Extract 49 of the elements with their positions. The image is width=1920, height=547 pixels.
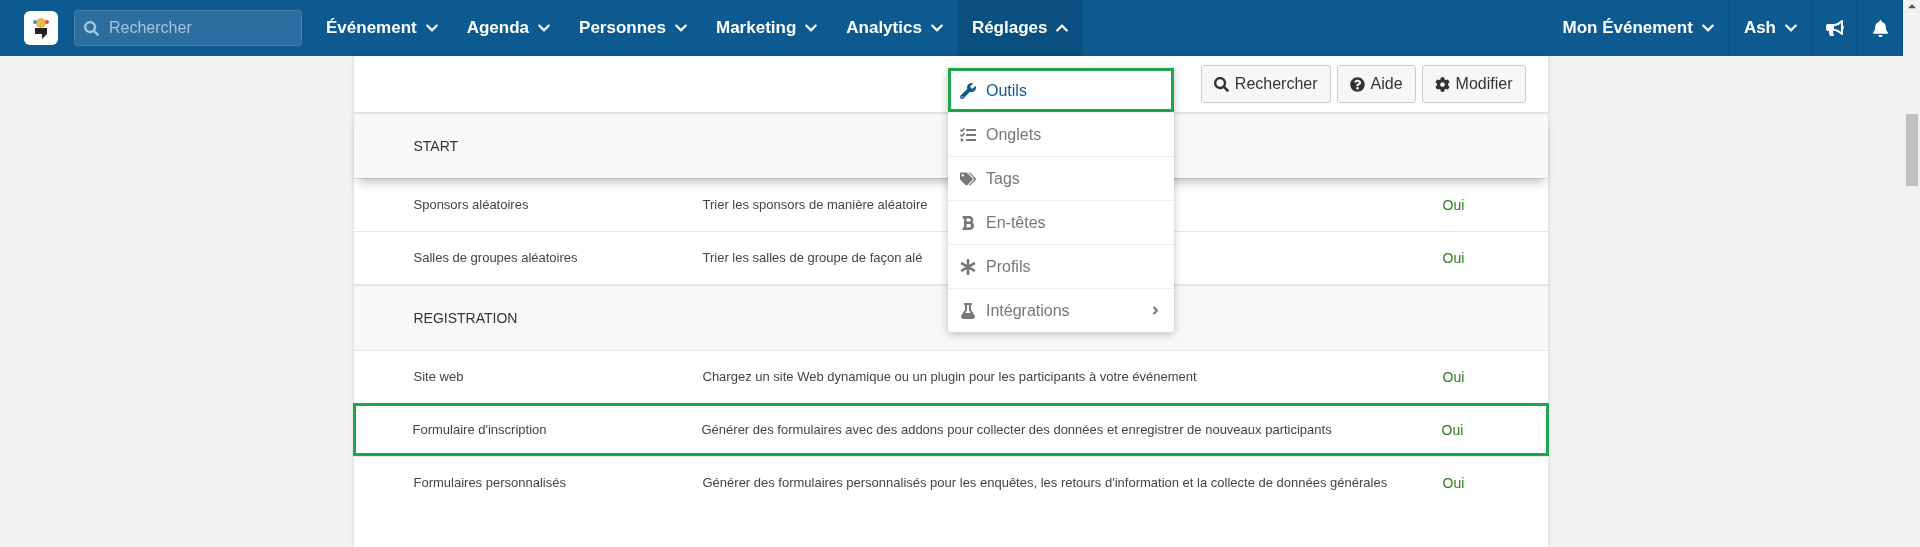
dropdown-item[interactable]: Intégrations xyxy=(948,288,1174,332)
toolbar-button[interactable]: Rechercher xyxy=(1200,65,1331,103)
setting-status: Oui xyxy=(1441,422,1465,438)
setting-status: Oui xyxy=(1442,250,1466,266)
wrench-icon xyxy=(960,82,976,99)
nav-menu[interactable]: Analytics xyxy=(832,0,958,56)
setting-status: Oui xyxy=(1442,369,1466,385)
setting-name: Sponsors aléatoires xyxy=(413,196,529,214)
search-field[interactable]: Rechercher xyxy=(74,10,302,46)
bold-letter-icon xyxy=(960,214,976,231)
scrollbar-thumb[interactable] xyxy=(1905,114,1918,186)
flask-icon xyxy=(960,302,976,319)
settings-row[interactable]: Formulaire d'inscription Générer des formulaires avec des addons pour collecter des données et enregistrer de nouveaux participants Oui xyxy=(352,403,1549,456)
settings-row[interactable]: Site web Chargez un site Web dynamique ou un plugin pour les participants à votre événement Oui xyxy=(353,350,1548,403)
dropdown-item[interactable]: Tags xyxy=(948,156,1174,200)
nav-menu[interactable]: Ash xyxy=(1729,0,1813,56)
setting-status: Oui xyxy=(1442,475,1466,491)
app-logo[interactable] xyxy=(24,11,58,45)
tags-icon xyxy=(960,170,976,187)
setting-description: Trier les salles de groupe de façon alé xyxy=(702,249,923,267)
setting-description: Générer des formulaires personnalisés pour les enquêtes, les retours d'information et la collecte de données générales xyxy=(702,474,1388,492)
nav-menu[interactable]: Événement xyxy=(312,0,453,56)
dropdown-item[interactable]: Profils xyxy=(948,244,1174,288)
setting-description: Trier les sponsors de manière aléatoire xyxy=(702,196,928,214)
settings-row[interactable]: Formulaires personnalisés Générer des formulaires personnalisés pour les enquêtes, les retours d'information et la collecte de données générales Oui xyxy=(353,456,1548,509)
nav-menu[interactable]: Réglages xyxy=(957,0,1084,56)
asterisk-icon xyxy=(960,258,976,275)
nav-menu[interactable]: Agenda xyxy=(452,0,566,56)
checklist-icon xyxy=(960,126,976,143)
setting-description: Chargez un site Web dynamique ou un plugin pour les participants à votre événement xyxy=(702,368,1197,386)
setting-description: Générer des formulaires avec des addons pour collecter des données et enregistrer de nouveaux participants xyxy=(701,421,1332,439)
setting-name: Formulaires personnalisés xyxy=(413,474,566,492)
nav-menu[interactable]: Personnes xyxy=(565,0,702,56)
toolbar-button[interactable]: Modifier xyxy=(1421,65,1526,103)
megaphone-icon xyxy=(1826,19,1844,37)
search-icon xyxy=(1213,76,1229,92)
setting-name: Formulaire d'inscription xyxy=(412,421,547,439)
toolbar-button[interactable]: Aide xyxy=(1336,65,1416,103)
gear-icon xyxy=(1434,76,1450,92)
dropdown-item[interactable]: Outils xyxy=(948,68,1174,112)
search-icon xyxy=(84,21,99,36)
setting-status: Oui xyxy=(1442,197,1466,213)
bell-icon xyxy=(1871,19,1889,37)
setting-name: Salles de groupes aléatoires xyxy=(413,249,578,267)
setting-name: Site web xyxy=(413,368,464,386)
nav-menu[interactable]: Marketing xyxy=(702,0,833,56)
nav-menu[interactable]: Mon Événement xyxy=(1548,0,1730,56)
dropdown-item[interactable]: En-têtes xyxy=(948,200,1174,244)
dropdown-item[interactable]: Onglets xyxy=(948,112,1174,156)
